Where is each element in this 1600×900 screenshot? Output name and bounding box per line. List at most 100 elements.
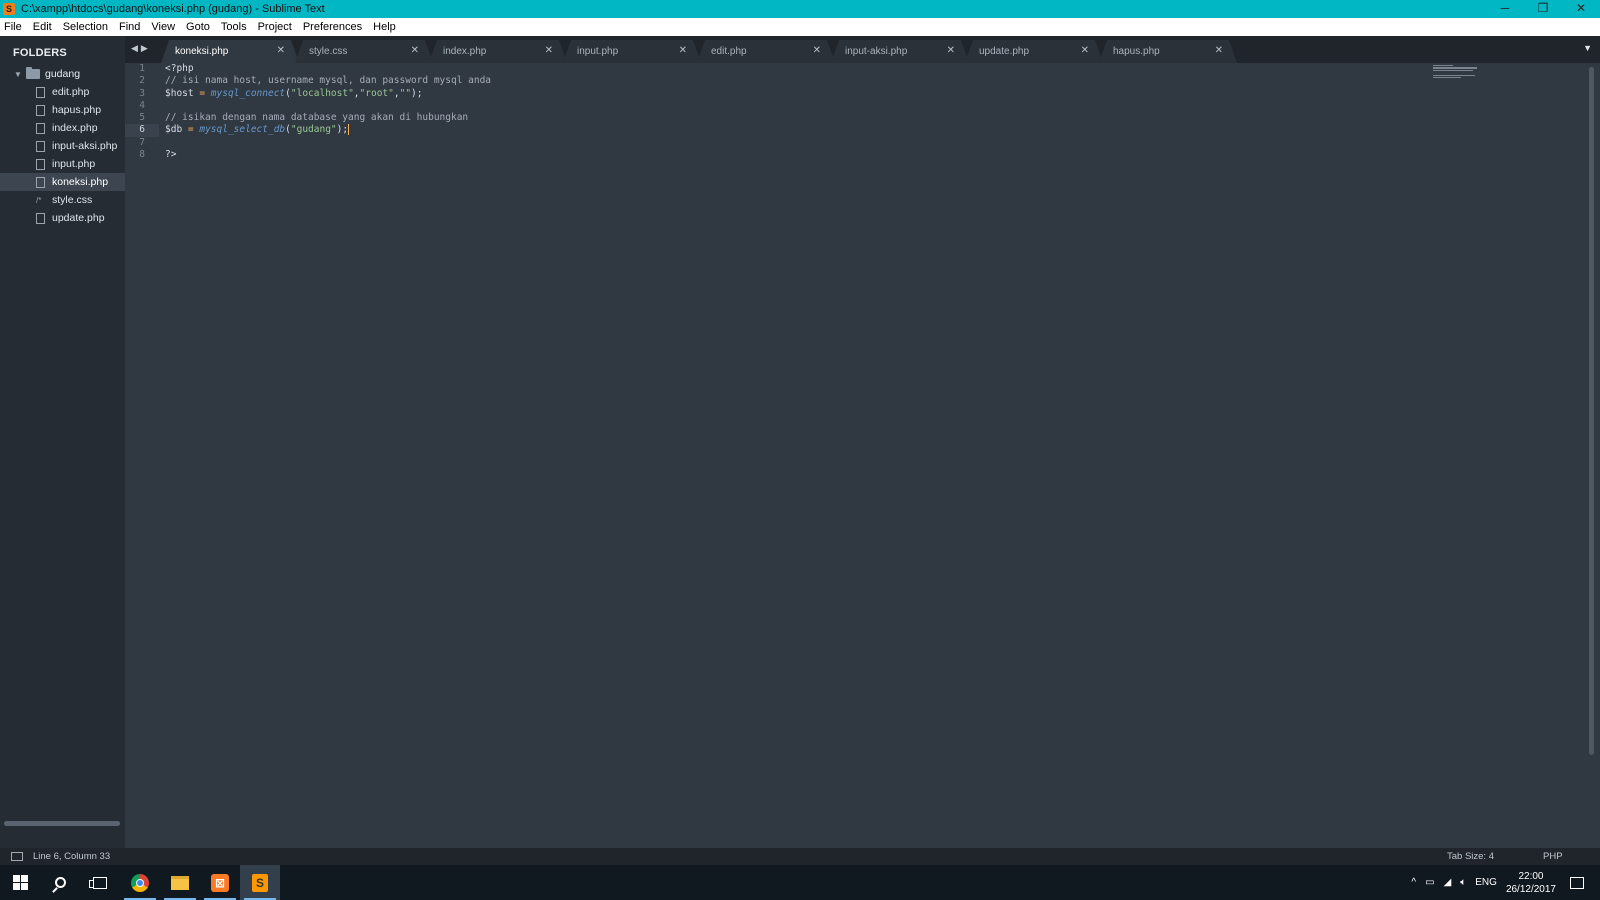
sidebar-file-hapus[interactable]: hapus.php [0,101,125,119]
tab-label: koneksi.php [175,46,229,57]
tab-index[interactable]: index.php ✕ [429,40,567,63]
sidebar-file-koneksi[interactable]: koneksi.php [0,173,125,191]
tab-edit[interactable]: edit.php ✕ [697,40,835,63]
xampp-icon: ⊠ [211,873,229,892]
close-icon[interactable]: ✕ [813,45,821,56]
menu-find[interactable]: Find [119,21,140,33]
sidebar-file-label: style.css [52,194,93,206]
close-icon[interactable]: ✕ [1215,45,1223,56]
code-line-current: $db = mysql_select_db("gudang"); [165,124,491,136]
taskbar-chrome[interactable] [120,865,160,900]
css-comment-icon: /* [36,195,42,205]
task-view-button[interactable] [80,865,120,900]
close-button[interactable]: ✕ [1562,0,1600,18]
line-number: 4 [139,99,145,111]
minimize-button[interactable]: ─ [1486,0,1524,18]
sublime-text-icon: S [252,873,268,892]
code-line: ?> [165,149,491,161]
sidebar-horizontal-scrollbar[interactable] [4,821,120,826]
menu-selection[interactable]: Selection [63,21,108,33]
close-icon[interactable]: ✕ [679,45,687,56]
tab-label: update.php [979,46,1030,57]
menu-tools[interactable]: Tools [221,21,247,33]
sidebar-file-index[interactable]: index.php [0,119,125,137]
menu-help[interactable]: Help [373,21,396,33]
menu-view[interactable]: View [151,21,175,33]
tab-hapus[interactable]: hapus.php ✕ [1099,40,1237,63]
sidebar-file-style[interactable]: /* style.css [0,191,125,209]
editor-vertical-scrollbar[interactable] [1589,67,1594,755]
search-icon [54,877,66,888]
tab-update[interactable]: update.php ✕ [965,40,1103,63]
system-tray: ^ ▭ ◢ 🔈︎ ENG 22:00 26/12/2017 [1411,865,1600,900]
title-bar: S C:\xampp\htdocs\gudang\koneksi.php (gu… [0,0,1600,18]
action-center-icon[interactable] [1570,876,1584,889]
code-string: "localhost" [290,87,354,99]
menu-goto[interactable]: Goto [186,21,210,33]
restore-button[interactable]: ❐ [1524,0,1562,18]
tray-chevron-icon[interactable]: ^ [1411,877,1416,888]
taskbar-xampp[interactable]: ⊠ [200,865,240,900]
volume-icon[interactable]: 🔈︎ [1460,877,1466,888]
file-icon [36,158,45,170]
code-editor[interactable]: 1 2 3 4 5 6 7 8 <?php // isi nama host, … [125,63,1600,848]
menu-file[interactable]: File [4,21,22,33]
tab-koneksi[interactable]: koneksi.php ✕ [161,40,299,63]
tab-input-aksi[interactable]: input-aksi.php ✕ [831,40,969,63]
folder-gudang[interactable]: ▼ gudang [0,65,125,83]
close-icon[interactable]: ✕ [947,45,955,56]
tab-size-indicator[interactable]: Tab Size: 4 [1447,851,1494,862]
syntax-indicator[interactable]: PHP [1543,851,1563,862]
sidebar-file-update[interactable]: update.php [0,209,125,227]
code-function: mysql_connect [210,87,286,99]
menu-project[interactable]: Project [258,21,292,33]
menu-preferences[interactable]: Preferences [303,21,362,33]
minimap[interactable] [1433,65,1479,79]
close-icon[interactable]: ✕ [1081,45,1089,56]
task-view-icon [89,876,107,889]
close-icon[interactable]: ✕ [411,45,419,56]
code-comment: // isi nama host, username mysql, dan pa… [165,75,492,87]
folder-label: gudang [45,68,81,80]
panel-toggle-icon[interactable] [11,852,23,861]
sidebar-file-input[interactable]: input.php [0,155,125,173]
code-text[interactable]: <?php // isi nama host, username mysql, … [165,63,491,161]
sidebar-file-label: input-aksi.php [52,140,118,152]
window-controls: ─ ❐ ✕ [1486,0,1600,18]
windows-taskbar: ⊠ S ^ ▭ ◢ 🔈︎ ENG 22:00 26/12/2017 [0,865,1600,900]
sidebar-file-label: hapus.php [52,104,102,116]
line-number-current: 6 [125,124,159,137]
code-variable: $host [165,87,194,99]
battery-icon[interactable]: ▭ [1425,877,1434,888]
expand-triangle-icon[interactable]: ▼ [14,70,26,79]
sidebar-file-label: koneksi.php [52,176,109,188]
close-icon[interactable]: ✕ [277,45,285,56]
tab-list-dropdown-icon[interactable]: ▼ [1583,43,1592,53]
taskbar-search-button[interactable] [40,865,80,900]
line-number: 1 [139,63,145,74]
file-icon [36,104,45,116]
clock[interactable]: 22:00 26/12/2017 [1506,870,1556,896]
sidebar-file-input-aksi[interactable]: input-aksi.php [0,137,125,155]
taskbar-sublime-text[interactable]: S [240,865,280,900]
tab-label: input-aksi.php [845,46,908,57]
tab-label: edit.php [711,46,747,57]
code-operator: = [193,87,211,99]
sidebar-file-edit[interactable]: edit.php [0,83,125,101]
tab-input[interactable]: input.php ✕ [563,40,701,63]
start-button[interactable] [0,865,40,900]
tab-nav-arrows[interactable]: ◀▶ [131,43,151,54]
close-icon[interactable]: ✕ [545,45,553,56]
code-string: "" [399,87,412,99]
code-line: $host = mysql_connect("localhost","root"… [165,88,491,100]
network-icon[interactable]: ◢ [1444,877,1452,888]
clock-time: 22:00 [1518,870,1544,882]
code-string: "gudang" [290,124,337,136]
code-line: <?php [165,63,491,75]
menu-edit[interactable]: Edit [33,21,52,33]
tab-style[interactable]: style.css ✕ [295,40,433,63]
sublime-app-icon: S [3,3,15,15]
taskbar-file-explorer[interactable] [160,865,200,900]
language-indicator[interactable]: ENG [1475,877,1497,888]
